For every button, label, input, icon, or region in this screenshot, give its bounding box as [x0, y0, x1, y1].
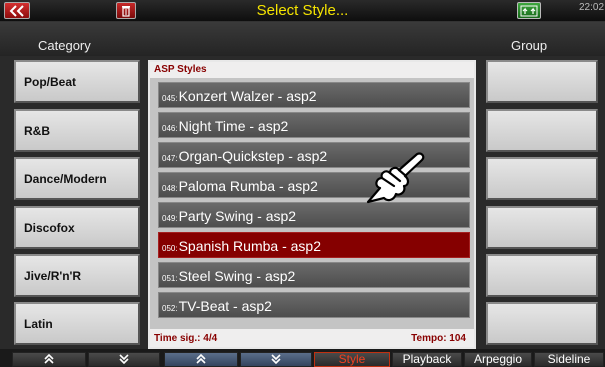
style-tab[interactable]: Style	[314, 352, 390, 367]
group-slot[interactable]	[486, 60, 598, 103]
tempo: Tempo: 104	[411, 333, 466, 344]
style-number: 051:	[162, 274, 178, 283]
style-name: Night Time - asp2	[178, 118, 289, 134]
pointing-hand-icon	[366, 152, 425, 204]
style-row[interactable]: 051: Steel Swing - asp2	[158, 262, 470, 288]
page-title: Select Style...	[256, 2, 349, 19]
panel-footer: Time sig.: 4/4 Tempo: 104	[150, 329, 474, 347]
memory-button[interactable]	[517, 2, 541, 19]
style-row[interactable]: 052: TV-Beat - asp2	[158, 292, 470, 318]
style-name: Steel Swing - asp2	[178, 268, 296, 284]
style-number: 047:	[162, 154, 178, 163]
bottom-bar: Style Playback Arpeggio Sideline	[0, 349, 605, 367]
category-latin[interactable]: Latin	[14, 302, 140, 345]
group-slot[interactable]	[486, 302, 598, 345]
page-up-button[interactable]	[12, 352, 86, 367]
category-discofox[interactable]: Discofox	[14, 206, 140, 249]
page-down-button[interactable]	[88, 352, 160, 367]
style-name: Party Swing - asp2	[178, 208, 297, 224]
style-name: Organ-Quickstep - asp2	[178, 148, 328, 164]
column-header-row: Category Group	[0, 22, 605, 56]
style-name: Spanish Rumba - asp2	[178, 238, 321, 254]
group-slot[interactable]	[486, 157, 598, 200]
group-slot[interactable]	[486, 206, 598, 249]
style-row[interactable]: 045: Konzert Walzer - asp2	[158, 82, 470, 108]
list-page-down-button[interactable]	[240, 352, 312, 367]
group-slot[interactable]	[486, 109, 598, 152]
group-slot[interactable]	[486, 254, 598, 297]
group-header: Group	[511, 38, 548, 53]
arpeggio-tab[interactable]: Arpeggio	[464, 352, 532, 367]
style-name: Paloma Rumba - asp2	[178, 178, 318, 194]
style-number: 048:	[162, 184, 178, 193]
style-name: Konzert Walzer - asp2	[178, 88, 317, 104]
style-number: 049:	[162, 214, 178, 223]
double-chevron-up-icon	[44, 353, 54, 364]
time-signature: Time sig.: 4/4	[154, 333, 218, 344]
main-area: Pop/Beat R&B Dance/Modern Discofox Jive/…	[0, 56, 605, 349]
style-number: 045:	[162, 94, 178, 103]
clock: 22:02	[579, 2, 605, 13]
double-chevron-down-icon	[119, 354, 129, 364]
memory-icon	[520, 5, 538, 17]
category-header: Category	[38, 38, 91, 53]
double-chevron-down-icon	[271, 354, 281, 364]
list-page-up-button[interactable]	[164, 352, 238, 367]
style-number: 050:	[162, 244, 178, 253]
panel-title: ASP Styles	[150, 62, 474, 78]
style-number: 046:	[162, 124, 178, 133]
category-pop-beat[interactable]: Pop/Beat	[14, 60, 140, 103]
title-bar: Select Style... 22:02	[0, 0, 605, 22]
playback-tab[interactable]: Playback	[392, 352, 462, 367]
style-name: TV-Beat - asp2	[178, 298, 272, 314]
style-row-selected[interactable]: 050: Spanish Rumba - asp2	[158, 232, 470, 258]
style-number: 052:	[162, 304, 178, 313]
category-dance-modern[interactable]: Dance/Modern	[14, 157, 140, 200]
category-rnb[interactable]: R&B	[14, 109, 140, 152]
sideline-tab[interactable]: Sideline	[534, 352, 604, 367]
style-row[interactable]: 046: Night Time - asp2	[158, 112, 470, 138]
category-jive-rnr[interactable]: Jive/R'n'R	[14, 254, 140, 297]
double-chevron-up-icon	[196, 353, 206, 364]
